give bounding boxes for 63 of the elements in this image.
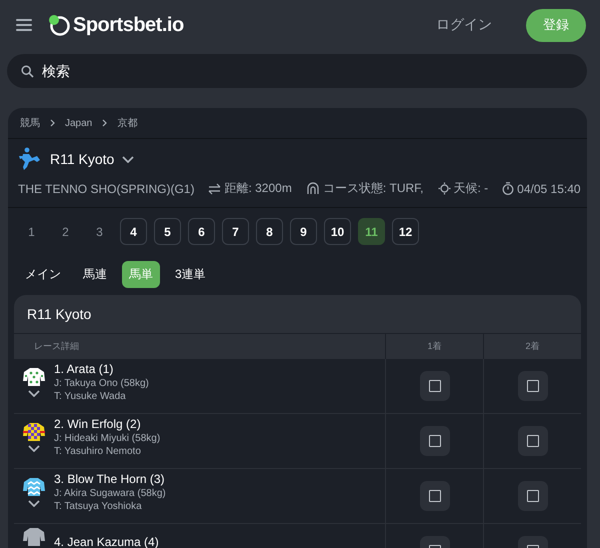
menu-icon[interactable] xyxy=(16,19,32,31)
race-number-button[interactable]: 11 xyxy=(358,218,385,245)
horse-name: 3. Blow The Horn (3) xyxy=(54,472,166,486)
race-number-button[interactable]: 4 xyxy=(120,218,147,245)
chevron-down-icon[interactable] xyxy=(122,156,134,162)
trainer-text: T: Yasuhiro Nemoto xyxy=(54,446,142,457)
select-button[interactable] xyxy=(518,371,548,401)
chevron-down-icon[interactable] xyxy=(28,390,40,397)
jockey-silk-icon xyxy=(22,422,46,442)
jockey-text: J: Akira Sugawara (58kg) xyxy=(54,488,166,499)
race-name: THE TENNO SHO(SPRING)(G1) xyxy=(18,182,194,196)
sun-icon xyxy=(438,182,450,195)
jockey-silk-icon xyxy=(22,477,46,497)
chevron-down-icon[interactable] xyxy=(28,500,40,507)
select-button[interactable] xyxy=(518,481,548,511)
jockey-text: J: Hideaki Miyuki (58kg) xyxy=(54,433,160,444)
select-button[interactable] xyxy=(420,481,450,511)
race-number-button[interactable]: 12 xyxy=(392,218,419,245)
checkbox[interactable] xyxy=(526,435,538,447)
logo-text: Sportsbet.io xyxy=(73,14,184,36)
timer-icon xyxy=(502,182,514,195)
race-number-button[interactable]: 6 xyxy=(188,218,215,245)
bet-type-tab[interactable]: メイン xyxy=(18,261,68,288)
race-number-button[interactable]: 7 xyxy=(222,218,249,245)
breadcrumb-link[interactable]: Japan xyxy=(65,118,92,128)
select-button[interactable] xyxy=(518,426,548,456)
race-number-button[interactable]: 10 xyxy=(324,218,351,245)
jockey-silk-icon xyxy=(22,527,46,547)
breadcrumb-link[interactable]: 京都 xyxy=(117,116,138,130)
login-link[interactable]: ログイン xyxy=(436,16,492,34)
horse-name: 1. Arata (1) xyxy=(54,362,114,376)
market-title: R11 Kyoto xyxy=(26,305,92,324)
select-button[interactable] xyxy=(420,426,450,456)
start-time: 04/05 15:40 xyxy=(517,182,581,196)
breadcrumb-link[interactable]: 競馬 xyxy=(20,116,40,130)
jockey-silk-icon xyxy=(22,367,46,387)
horse-name: 2. Win Erfolg (2) xyxy=(54,417,142,431)
checkbox[interactable] xyxy=(428,490,440,502)
swap-arrows-icon xyxy=(208,182,222,194)
track-icon xyxy=(306,182,320,195)
chevron-right-icon xyxy=(50,119,55,127)
weather-text: 天候: - xyxy=(454,180,488,197)
race-number-button[interactable]: 8 xyxy=(256,218,283,245)
select-button[interactable] xyxy=(420,371,450,401)
bet-type-tab[interactable]: 3連単 xyxy=(168,261,213,288)
trainer-text: T: Tatsuya Yoshioka xyxy=(54,501,143,512)
trainer-text: T: Yusuke Wada xyxy=(54,391,127,402)
search-field[interactable]: 検索 xyxy=(7,54,587,88)
jockey-text: J: Takuya Ono (58kg) xyxy=(54,378,149,389)
race-title: R11 Kyoto xyxy=(50,151,114,167)
race-number-button[interactable]: 9 xyxy=(290,218,317,245)
horse-racing-icon xyxy=(18,147,42,171)
chevron-down-icon[interactable] xyxy=(28,445,40,452)
checkbox[interactable] xyxy=(428,380,440,392)
bet-type-tab[interactable]: 馬連 xyxy=(76,261,114,288)
distance-text: 距離: 3200m xyxy=(224,180,292,197)
race-number-button[interactable]: 5 xyxy=(154,218,181,245)
checkbox[interactable] xyxy=(526,490,538,502)
logo-icon xyxy=(48,14,70,36)
checkbox[interactable] xyxy=(526,380,538,392)
chevron-right-icon xyxy=(102,119,108,127)
checkbox[interactable] xyxy=(428,435,440,447)
course-text: コース状態: TURF, xyxy=(322,180,424,197)
